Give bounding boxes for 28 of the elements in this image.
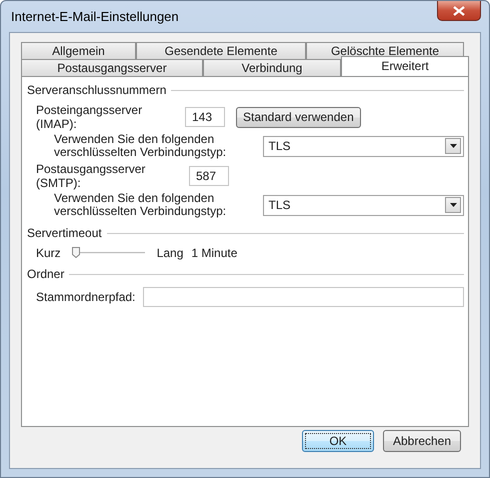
root-folder-field[interactable] (143, 287, 464, 307)
field-label: Postausgangsserver (SMTP): (36, 162, 146, 190)
encryption-dropdown[interactable]: TLS (263, 194, 464, 216)
timeout-slider[interactable] (72, 247, 145, 259)
port-field[interactable]: 587 (189, 166, 229, 186)
slider-max-label: Lang (156, 246, 184, 260)
tab[interactable]: Erweitert (341, 56, 469, 76)
tab[interactable]: Postausgangsserver (21, 59, 203, 76)
slider-min-label: Kurz (36, 246, 61, 260)
field-label: Verwenden Sie den folgenden verschlüsselten Verbindungstyp: (54, 192, 228, 218)
default-button[interactable]: Standard verwenden (236, 106, 361, 128)
section-heading: Servertimeout (27, 226, 102, 240)
tab[interactable]: Verbindung (203, 59, 341, 76)
window-title: Internet-E-Mail-Einstellungen (10, 9, 179, 24)
field-label: Verwenden Sie den folgenden verschlüsselten Verbindungstyp: (54, 133, 228, 159)
section-heading: Serveranschlussnummern (27, 83, 166, 97)
field-label: Stammordnerpfad: (36, 290, 136, 304)
encryption-dropdown[interactable]: TLS (263, 136, 464, 156)
dialog-button[interactable]: OK (302, 430, 374, 452)
dialog-button[interactable]: Abbrechen (383, 430, 461, 452)
slider-thumb[interactable] (72, 247, 80, 258)
timeout-value: 1 Minute (191, 246, 238, 260)
field-label: Posteingangsserver (IMAP): (36, 103, 144, 131)
section-heading: Ordner (27, 267, 64, 281)
tab[interactable]: Allgemein (21, 42, 136, 59)
port-field[interactable]: 143 (185, 107, 225, 127)
close-icon[interactable] (437, 1, 481, 21)
tab[interactable]: Gesendete Elemente (136, 42, 306, 59)
